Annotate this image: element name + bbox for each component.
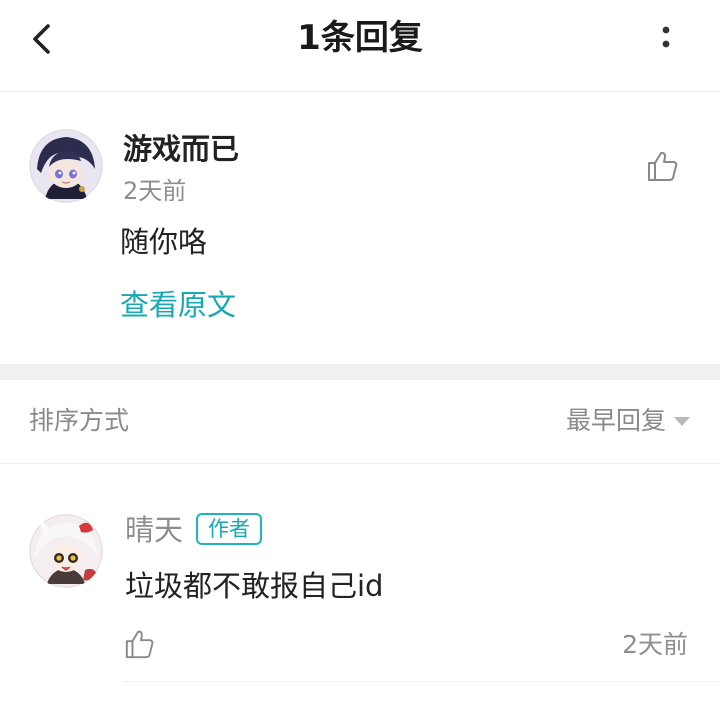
sort-bar: 排序方式 最早回复 xyxy=(0,380,720,464)
comment-author-name[interactable]: 游戏而已 xyxy=(123,129,239,169)
top-bar: 1条回复 xyxy=(0,0,720,92)
page-title: 1条回复 xyxy=(297,18,423,58)
reply-timestamp: 2天前 xyxy=(622,630,688,659)
like-button[interactable] xyxy=(646,149,680,183)
anime-avatar-image xyxy=(29,514,103,588)
sort-dropdown[interactable]: 最早回复 xyxy=(566,404,690,438)
back-button[interactable] xyxy=(22,14,66,64)
reply-item: 晴天 作者 垃圾都不敢报自己id 2天前 xyxy=(0,465,720,719)
comment-text: 随你咯 xyxy=(120,225,208,259)
reply-author-name[interactable]: 晴天 xyxy=(125,510,183,550)
more-vertical-icon xyxy=(662,26,670,48)
sort-label: 排序方式 xyxy=(29,406,130,435)
view-original-link[interactable]: 查看原文 xyxy=(120,285,236,325)
reply-avatar[interactable] xyxy=(29,514,103,588)
reply-text: 垃圾都不敢报自己id xyxy=(125,569,384,603)
thumbs-up-icon xyxy=(648,151,678,181)
caret-down-icon xyxy=(674,416,690,426)
comment-timestamp: 2天前 xyxy=(123,177,187,205)
sort-selected-value: 最早回复 xyxy=(565,406,666,435)
anime-avatar-image xyxy=(29,129,103,203)
more-options-button[interactable] xyxy=(648,18,684,62)
reply-like-button[interactable] xyxy=(124,627,156,661)
reply-divider xyxy=(122,681,720,682)
user-avatar[interactable] xyxy=(29,129,103,203)
section-divider xyxy=(0,364,720,380)
thumbs-up-icon xyxy=(125,630,154,659)
author-badge: 作者 xyxy=(196,513,262,545)
main-comment: 游戏而已 2天前 随你咯 查看原文 xyxy=(0,93,720,364)
chevron-left-icon xyxy=(33,24,50,54)
